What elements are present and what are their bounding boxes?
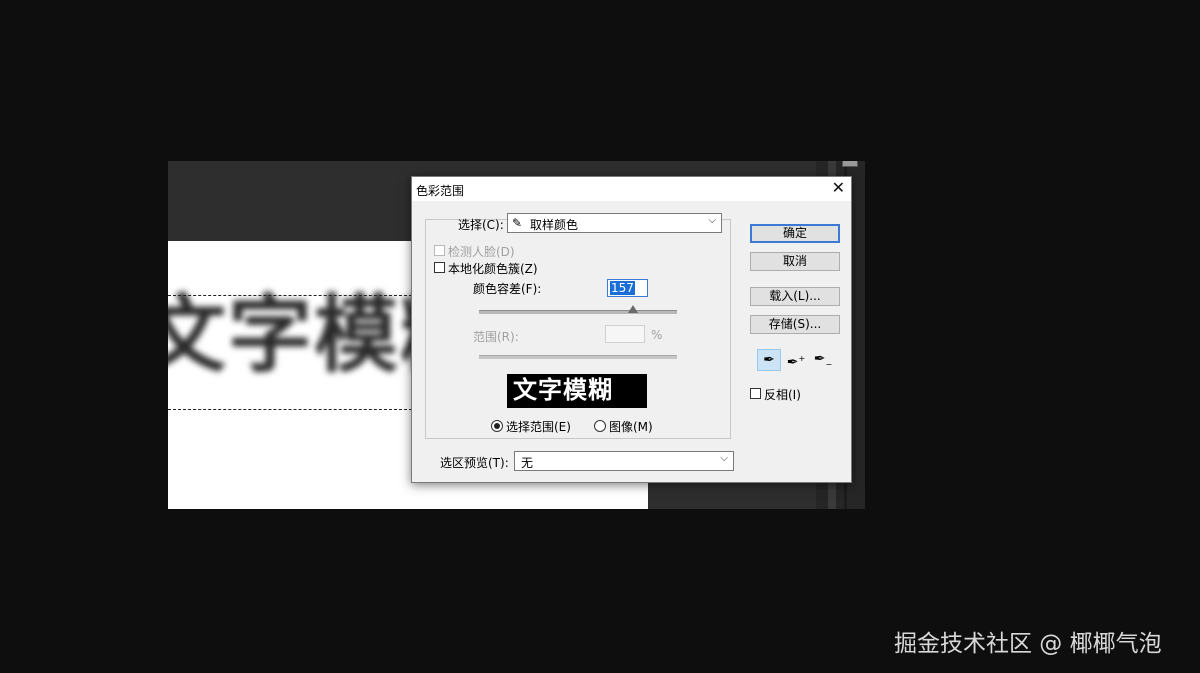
- detect-faces-checkbox[interactable]: [434, 245, 445, 256]
- range-percent: %: [651, 328, 663, 342]
- invert-checkbox[interactable]: [750, 388, 761, 399]
- fuzziness-slider-thumb[interactable]: [628, 305, 639, 313]
- ok-button[interactable]: 确定: [750, 224, 840, 243]
- invert-label: 反相(I): [764, 388, 801, 402]
- chevron-down-icon: ⌵: [720, 453, 728, 464]
- fuzziness-value: 157: [610, 281, 635, 295]
- range-label: 范围(R):: [473, 330, 519, 344]
- fuzziness-input[interactable]: 157: [607, 279, 648, 297]
- chevron-down-icon: ⌵: [708, 215, 716, 226]
- select-value: 取样颜色: [530, 218, 579, 232]
- eyedropper-icon[interactable]: ✒: [757, 349, 781, 371]
- save-button[interactable]: 存储(S)...: [750, 315, 840, 334]
- radio-selection-label: 选择范围(E): [506, 420, 571, 434]
- localized-clusters-checkbox[interactable]: [434, 262, 445, 273]
- dialog-title: 色彩范围: [416, 184, 465, 198]
- select-dropdown[interactable]: ✎ 取样颜色 ⌵: [507, 213, 722, 233]
- radio-image-label: 图像(M): [609, 420, 653, 434]
- range-input[interactable]: [605, 325, 645, 343]
- selection-preview-dropdown[interactable]: 无 ⌵: [514, 451, 734, 471]
- load-button[interactable]: 载入(L)...: [750, 287, 840, 306]
- eyedropper-plus-icon[interactable]: ✒+: [784, 349, 808, 371]
- preview-text: 文字模糊: [513, 376, 613, 404]
- localized-clusters-label: 本地化颜色簇(Z): [448, 262, 538, 276]
- selection-preview-label: 选区预览(T):: [440, 456, 509, 470]
- cancel-button[interactable]: 取消: [750, 252, 840, 271]
- eyedropper-icon: ✎: [512, 216, 523, 230]
- radio-selection[interactable]: [491, 420, 503, 432]
- fuzziness-slider[interactable]: [479, 310, 677, 314]
- watermark-text: 掘金技术社区 @ 椰椰气泡: [894, 631, 1162, 657]
- range-slider[interactable]: [479, 355, 677, 359]
- radio-image[interactable]: [594, 420, 606, 432]
- select-label: 选择(C):: [458, 218, 504, 232]
- dialog-titlebar[interactable]: 色彩范围 ✕: [412, 177, 851, 201]
- eyedropper-minus-icon[interactable]: ✒−: [811, 349, 835, 371]
- selection-preview-value: 无: [521, 456, 534, 470]
- detect-faces-label: 检测人脸(D): [448, 245, 515, 259]
- close-icon[interactable]: ✕: [832, 178, 845, 197]
- selection-preview-thumbnail: 文字模糊: [507, 374, 647, 408]
- panel-collapse-icon[interactable]: [842, 161, 858, 167]
- fuzziness-label: 颜色容差(F):: [473, 282, 542, 296]
- color-range-dialog: 色彩范围 ✕ 选择(C): ✎ 取样颜色 ⌵ 检测人脸(D) 本地化颜色簇(Z)…: [411, 176, 852, 483]
